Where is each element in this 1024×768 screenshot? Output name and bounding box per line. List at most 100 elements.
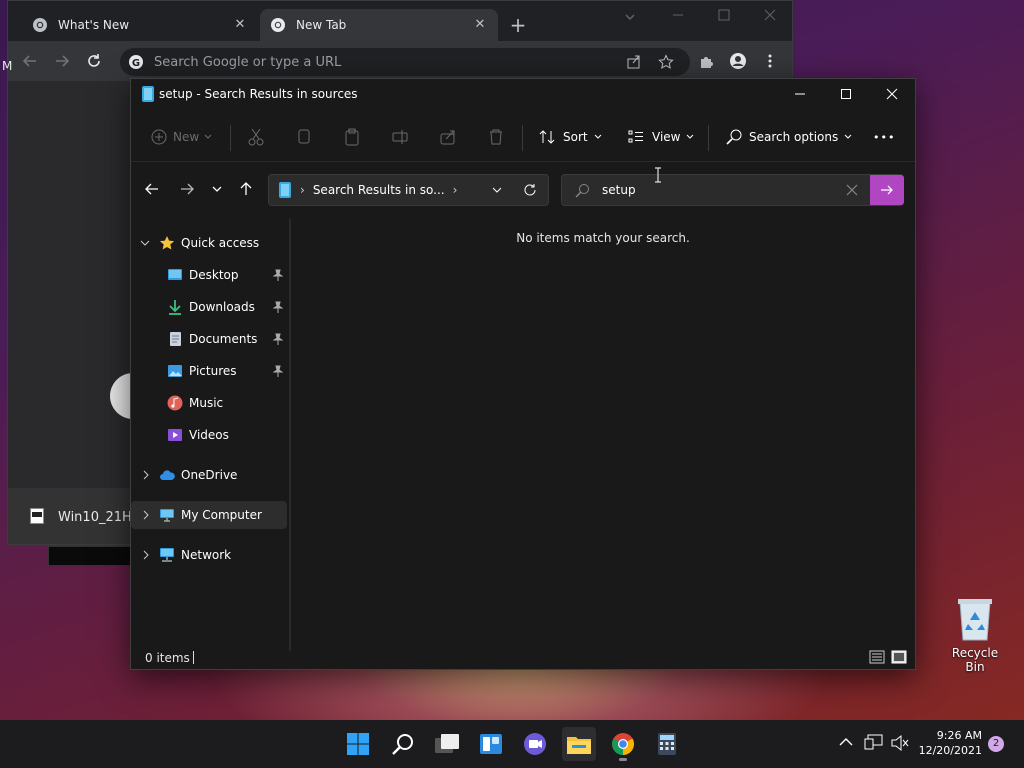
download-item[interactable]: Win10_21H2 [58,510,140,525]
music-icon [167,395,183,411]
chat-button[interactable] [518,727,552,761]
search-options-button[interactable]: Search options [725,121,852,153]
extensions-icon[interactable] [694,49,718,73]
address-dropdown-icon[interactable] [491,185,503,195]
view-button[interactable]: View [628,121,694,153]
task-view-icon [434,733,460,755]
breadcrumb-separator-icon[interactable]: › [453,183,458,197]
tab-search-icon[interactable] [622,9,638,25]
new-button[interactable]: New [151,121,212,153]
chrome-tab-whats-new[interactable]: What's New ✕ [22,9,258,41]
plus-circle-icon [151,129,167,145]
pin-icon[interactable] [273,365,283,377]
chrome-taskbar-button[interactable] [606,727,640,761]
chevron-right-icon[interactable] [131,470,159,480]
search-go-button[interactable] [870,175,904,205]
task-view-button[interactable] [430,727,464,761]
start-button[interactable] [341,727,375,761]
forward-icon[interactable] [50,49,74,73]
volume-muted-icon[interactable] [890,734,910,752]
text-cursor-icon [653,167,663,183]
nav-item-downloads[interactable]: Downloads [131,293,287,321]
recent-locations-icon[interactable] [211,183,223,195]
profile-icon[interactable] [726,49,750,73]
widgets-button[interactable] [474,727,508,761]
bookmark-star-icon[interactable] [658,54,674,70]
taskbar: 9:26 AM 12/20/2021 2 [0,720,1024,768]
copy-icon[interactable] [295,121,313,153]
reload-icon[interactable] [82,49,106,73]
maximize-icon[interactable] [823,79,869,109]
minimize-icon[interactable] [777,79,823,109]
divider [522,125,523,151]
search-box[interactable]: setup [561,174,904,206]
nav-item-pictures[interactable]: Pictures [131,357,287,385]
clock[interactable]: 9:26 AM 12/20/2021 [918,728,982,758]
new-tab-button[interactable]: + [508,15,528,35]
back-icon[interactable] [144,181,160,197]
notification-badge[interactable]: 2 [988,736,1004,752]
maximize-icon[interactable] [716,7,732,23]
up-icon[interactable] [238,181,254,197]
nav-item-quick-access[interactable]: Quick access [131,229,287,257]
widgets-icon [479,732,503,756]
minimize-icon[interactable] [670,7,686,23]
clear-search-icon[interactable] [846,184,858,196]
taskbar-search-button[interactable] [386,727,420,761]
windows-logo-icon [346,732,370,756]
view-list-icon [628,129,644,145]
nav-label: Music [189,396,224,410]
nav-item-documents[interactable]: Documents [131,325,287,353]
chrome-tab-new-tab[interactable]: New Tab ✕ [260,9,498,41]
chevron-up-icon[interactable] [838,736,854,748]
nav-label: Videos [189,428,229,442]
nav-item-music[interactable]: Music [131,389,287,417]
sort-button[interactable]: Sort [539,121,602,153]
chevron-down-icon[interactable] [131,239,159,247]
paste-icon[interactable] [343,121,361,153]
search-icon [574,183,590,199]
cut-icon[interactable] [247,121,265,153]
file-explorer-taskbar-button[interactable] [562,727,596,761]
more-options-icon[interactable]: ••• [873,121,895,153]
calculator-taskbar-button[interactable] [650,727,684,761]
document-icon [167,331,183,347]
details-view-icon[interactable] [869,649,885,665]
nav-item-desktop[interactable]: Desktop [131,261,287,289]
empty-results-message: No items match your search. [516,231,690,245]
close-tab-icon[interactable]: ✕ [232,17,248,33]
nav-item-network[interactable]: Network [131,541,287,569]
nav-item-videos[interactable]: Videos [131,421,287,449]
rename-icon[interactable] [391,121,409,153]
recycle-bin[interactable]: Recycle Bin [944,596,1006,674]
forward-icon[interactable] [179,181,195,197]
large-icons-view-icon[interactable] [891,649,907,665]
refresh-icon[interactable] [523,183,537,197]
pane-splitter[interactable] [289,219,291,651]
share-icon[interactable] [439,121,457,153]
delete-icon[interactable] [487,121,505,153]
recycle-bin-label: Recycle Bin [951,646,999,674]
close-icon[interactable] [869,79,915,109]
back-icon[interactable] [18,49,42,73]
pin-icon[interactable] [273,269,283,281]
omnibox[interactable]: G Search Google or type a URL [120,48,690,76]
breadcrumb[interactable]: Search Results in so... [313,183,445,197]
share-icon[interactable] [626,54,642,70]
close-icon[interactable] [762,7,778,23]
network-status-icon[interactable] [864,734,884,752]
menu-kebab-icon[interactable] [758,49,782,73]
nav-item-my-computer[interactable]: My Computer [131,501,287,529]
nav-item-onedrive[interactable]: OneDrive [131,461,287,489]
shelf-shadow [48,546,138,566]
close-tab-icon[interactable]: ✕ [472,17,488,33]
address-bar[interactable]: › Search Results in so... › [268,174,549,206]
search-input[interactable]: setup [602,183,636,197]
pin-icon[interactable] [273,301,283,313]
omnibox-placeholder: Search Google or type a URL [154,54,342,70]
search-folder-icon [141,85,155,103]
pin-icon[interactable] [273,333,283,345]
left-edge-text: M [2,59,13,73]
chevron-right-icon[interactable] [131,510,159,520]
chevron-right-icon[interactable] [131,550,159,560]
